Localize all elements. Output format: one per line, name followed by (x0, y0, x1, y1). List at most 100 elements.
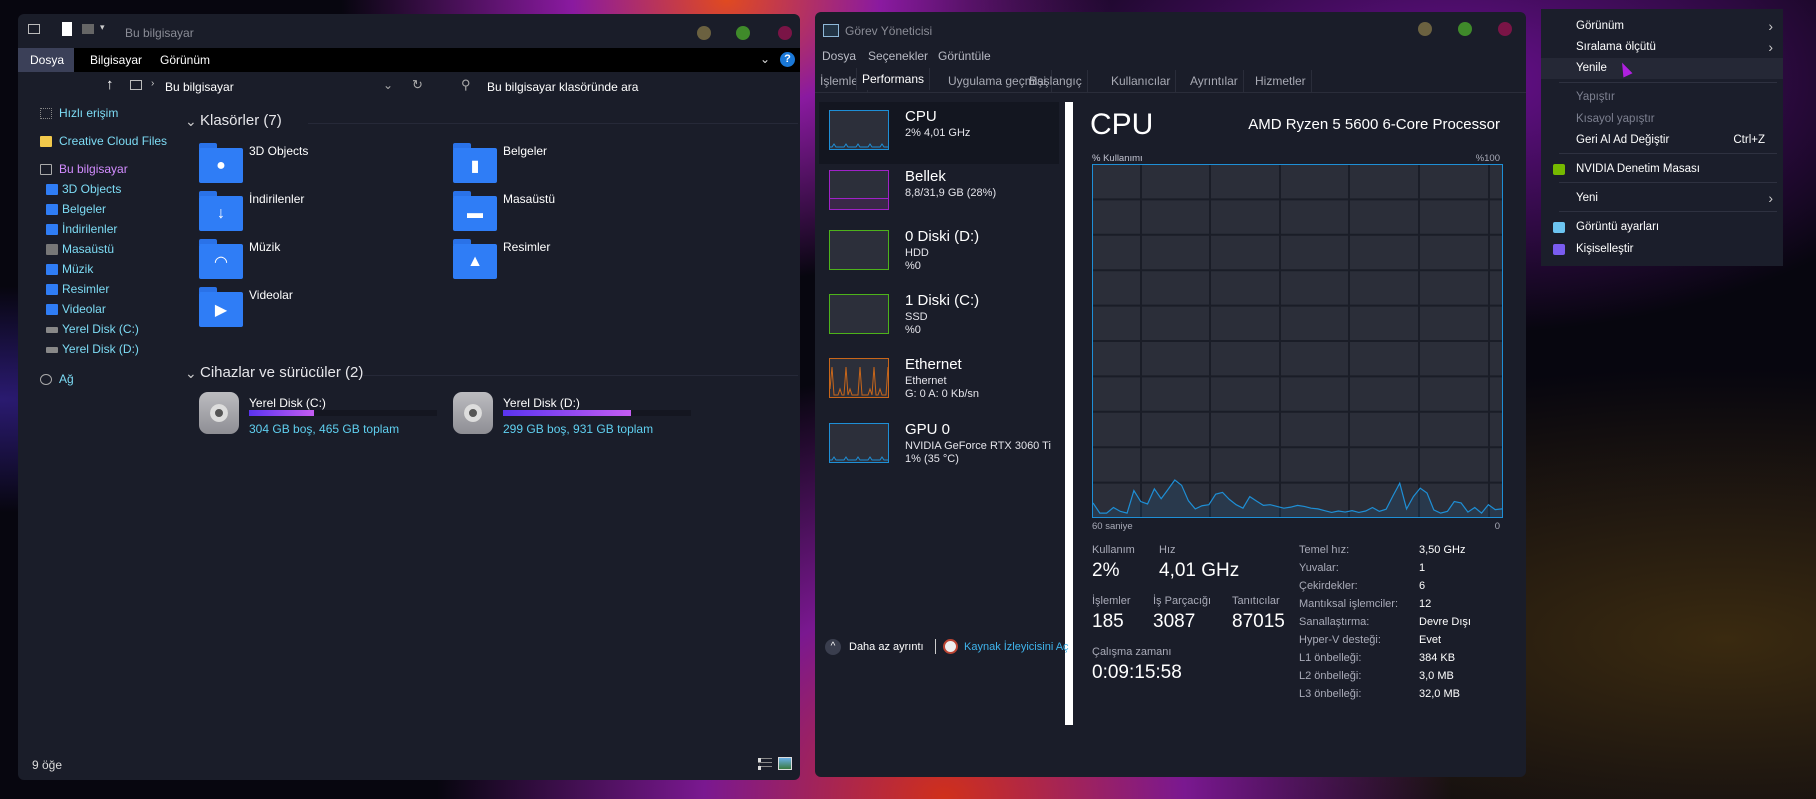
refresh-icon[interactable]: ↻ (412, 77, 423, 93)
nav-item-belgeler[interactable]: Belgeler (62, 202, 106, 216)
sidebar-item-cpu[interactable]: CPU 2% 4,01 GHz (819, 102, 1059, 164)
speed-value: 4,01 GHz (1159, 560, 1240, 581)
folder-label[interactable]: Resimler (503, 240, 550, 254)
folders-chevron-icon[interactable]: ⌄ (185, 113, 197, 130)
minimize-button[interactable] (1418, 22, 1432, 36)
menu-goruntule[interactable]: Görüntüle (938, 49, 991, 63)
nav-item-h-zl-eri-im[interactable]: Hızlı erişim (59, 106, 118, 120)
chevron-up-icon[interactable]: ^ (825, 639, 841, 655)
menu-dosya[interactable]: Dosya (822, 49, 856, 63)
drive-name[interactable]: Yerel Disk (C:) (249, 396, 326, 410)
nav-item-masa-st[interactable]: Masaüstü (62, 242, 114, 256)
folder-icon[interactable]: ▬ (453, 191, 497, 231)
tab-performans[interactable]: Performans (856, 68, 931, 90)
tab-ayr-nt-lar[interactable]: Ayrıntılar (1185, 70, 1244, 92)
menu-item-nvidia-denetim-masas[interactable]: NVIDIA Denetim Masası (1541, 159, 1783, 180)
tab-hizmetler[interactable]: Hizmetler (1250, 70, 1312, 92)
nav-item-resimler[interactable]: Resimler (62, 282, 109, 296)
drive-usage-fill (503, 410, 631, 416)
divider (363, 375, 798, 376)
maximize-button[interactable] (736, 26, 750, 40)
sidebar-item-ethernet[interactable]: Ethernet Ethernet G: 0 A: 0 Kb/sn (819, 350, 1059, 412)
properties-icon[interactable] (62, 22, 72, 36)
sidebar-item-1-diski-c[interactable]: 1 Diski (C:) SSD %0 (819, 286, 1059, 348)
folder-label[interactable]: 3D Objects (249, 144, 308, 158)
folder-icon[interactable]: ● (199, 143, 243, 183)
nav-item-a[interactable]: Ağ (59, 372, 74, 386)
drives-header: Cihazlar ve sürücüler (2) (200, 364, 364, 381)
menu-item-label: Yenile (1576, 62, 1607, 74)
detail-value: 1 (1419, 562, 1426, 574)
menu-item-geri-al-ad-de-i-tir[interactable]: Geri Al Ad Değiştir Ctrl+Z (1541, 130, 1783, 151)
close-button[interactable] (778, 26, 792, 40)
folder-label[interactable]: Masaüstü (503, 192, 555, 206)
folder-icon[interactable]: ▮ (453, 143, 497, 183)
handles-label: Tanıtıcılar (1232, 595, 1280, 607)
address-dropdown-icon[interactable]: ⌄ (383, 78, 393, 92)
menu-item-label: Yeni (1576, 192, 1598, 204)
nav-item-i-ndirilenler[interactable]: İndirilenler (62, 222, 117, 236)
expand-ribbon-icon[interactable]: ⌄ (760, 52, 770, 66)
menu-item-s-ralama-l-t[interactable]: Sıralama ölçütü › (1541, 37, 1783, 58)
minimize-button[interactable] (697, 26, 711, 40)
folder-label[interactable]: İndirilenler (249, 192, 304, 206)
folder-label[interactable]: Videolar (249, 288, 293, 302)
close-button[interactable] (1498, 22, 1512, 36)
tab-dosya[interactable]: Dosya (18, 48, 74, 72)
menu-secenekler[interactable]: Seçenekler (868, 49, 928, 63)
sidebar-scrollbar[interactable] (1065, 102, 1073, 725)
tab-ba-lang[interactable]: Başlangıç (1024, 70, 1088, 92)
menu-item-g-r-n-m[interactable]: Görünüm › (1541, 16, 1783, 37)
sidebar-item-bellek[interactable]: Bellek 8,8/31,9 GB (28%) (819, 162, 1059, 224)
sidebar-item-0-diski-d[interactable]: 0 Diski (D:) HDD %0 (819, 222, 1059, 284)
maximize-button[interactable] (1458, 22, 1472, 36)
menu-item-yeni[interactable]: Yeni › (1541, 188, 1783, 209)
new-folder-icon[interactable] (82, 24, 94, 34)
folder-glyph-icon: ▲ (467, 252, 483, 270)
folder-icon[interactable]: ↓ (199, 191, 243, 231)
menu-item-k-sayol-yap-t-r[interactable]: Kısayol yapıştır (1541, 109, 1783, 130)
sidebar-item-detail: 2% 4,01 GHz (905, 127, 971, 139)
nav-item-yerel-disk-c[interactable]: Yerel Disk (C:) (62, 322, 139, 336)
large-icons-view-icon[interactable] (778, 757, 792, 770)
detail-value: 384 KB (1419, 652, 1456, 664)
menu-item-label: Geri Al Ad Değiştir (1576, 134, 1670, 146)
sidebar-item-detail: Ethernet (905, 375, 947, 387)
address-bar[interactable]: Bu bilgisayar (165, 80, 234, 94)
folder-icon[interactable]: ▶ (199, 287, 243, 327)
customize-quick-access-icon[interactable]: ▾ (100, 22, 105, 33)
menu-item-yap-t-r[interactable]: Yapıştır (1541, 87, 1783, 108)
drive-name[interactable]: Yerel Disk (D:) (503, 396, 580, 410)
drives-chevron-icon[interactable]: ⌄ (185, 365, 197, 382)
folder-label[interactable]: Müzik (249, 240, 280, 254)
sidebar-item-gpu-0[interactable]: GPU 0 NVIDIA GeForce RTX 3060 Ti 1% (35 °C… (819, 415, 1059, 477)
help-icon[interactable]: ? (780, 52, 795, 67)
tab-bilgisayar[interactable]: Bilgisayar (78, 48, 154, 72)
search-input[interactable]: Bu bilgisayar klasöründe ara (487, 80, 638, 94)
details-view-icon[interactable] (758, 758, 772, 770)
nav-item-bu-bilgisayar[interactable]: Bu bilgisayar (59, 162, 128, 176)
menu-item-label: Kişiselleştir (1576, 243, 1634, 255)
nav-item-videolar[interactable]: Videolar (62, 302, 106, 316)
hard-drive-icon[interactable] (453, 392, 493, 434)
file-explorer-window: ▾ Bu bilgisayar Dosya Bilgisayar Görünüm… (18, 14, 800, 780)
open-resource-monitor-link[interactable]: Kaynak İzleyicisini Aç (964, 641, 1069, 653)
folder-icon[interactable]: ▲ (453, 239, 497, 279)
nav-item-yerel-disk-d[interactable]: Yerel Disk (D:) (62, 342, 139, 356)
menu-item-ki-iselle-tir[interactable]: Kişiselleştir (1541, 239, 1783, 260)
sparkline (830, 456, 888, 461)
up-button[interactable]: ↑ (106, 76, 114, 93)
drive-icon (46, 347, 58, 353)
less-details-button[interactable]: Daha az ayrıntı (849, 641, 924, 653)
sidebar-thumbnail-graph (829, 358, 889, 398)
tab-gorunum[interactable]: Görünüm (148, 48, 222, 72)
menu-item-g-r-nt-ayarlar[interactable]: Görüntü ayarları (1541, 217, 1783, 238)
hard-drive-icon[interactable] (199, 392, 239, 434)
folder-icon[interactable]: ◠ (199, 239, 243, 279)
nav-item-m-zik[interactable]: Müzik (62, 262, 93, 276)
menu-item-yenile[interactable]: Yenile (1541, 58, 1783, 79)
nav-item-3d-objects[interactable]: 3D Objects (62, 182, 121, 196)
folder-label[interactable]: Belgeler (503, 144, 547, 158)
nav-item-creative-cloud-files[interactable]: Creative Cloud Files (59, 134, 167, 148)
tab-kullan-c-lar[interactable]: Kullanıcılar (1106, 70, 1177, 92)
